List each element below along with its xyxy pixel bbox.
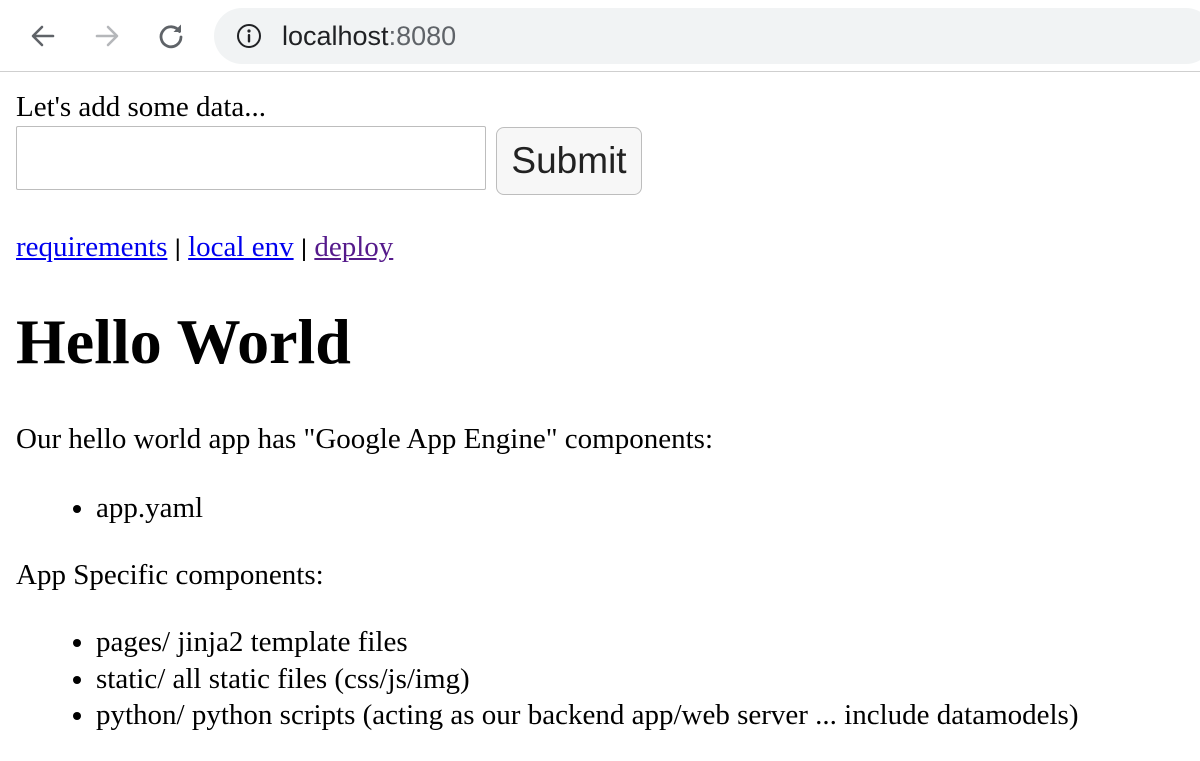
- list-item: python/ python scripts (acting as our ba…: [96, 697, 1079, 734]
- form-prompt: Let's add some data...: [16, 91, 267, 123]
- list-item: static/ all static files (css/js/img): [96, 661, 1079, 698]
- forward-button[interactable]: [87, 18, 127, 54]
- list-item: app.yaml: [96, 490, 203, 527]
- app-components-list: pages/ jinja2 template files static/ all…: [16, 624, 1079, 734]
- url-port: :8080: [388, 21, 457, 51]
- data-input[interactable]: [16, 126, 486, 190]
- url-text: localhost:8080: [282, 8, 456, 64]
- gae-components-list: app.yaml: [16, 490, 203, 527]
- browser-toolbar: localhost:8080: [0, 0, 1200, 72]
- link-deploy[interactable]: deploy: [314, 231, 393, 263]
- address-bar[interactable]: localhost:8080: [214, 8, 1200, 64]
- link-local-env[interactable]: local env: [188, 231, 293, 263]
- submit-button[interactable]: Submit: [496, 127, 642, 195]
- info-circle-icon[interactable]: [236, 23, 262, 49]
- arrow-right-icon: [95, 25, 119, 47]
- app-components-heading: App Specific components:: [16, 559, 324, 591]
- link-requirements[interactable]: requirements: [16, 231, 167, 263]
- back-button[interactable]: [23, 18, 63, 54]
- link-separator: |: [174, 235, 181, 262]
- nav-links: requirements | local env | deploy: [16, 228, 393, 268]
- arrow-left-icon: [31, 25, 55, 47]
- url-host: localhost: [282, 21, 389, 51]
- list-item: pages/ jinja2 template files: [96, 624, 1079, 661]
- reload-button[interactable]: [151, 18, 191, 54]
- reload-icon: [159, 24, 183, 49]
- page-title: Hello World: [16, 306, 351, 377]
- intro-text: Our hello world app has "Google App Engi…: [16, 423, 714, 455]
- link-separator: |: [300, 235, 308, 262]
